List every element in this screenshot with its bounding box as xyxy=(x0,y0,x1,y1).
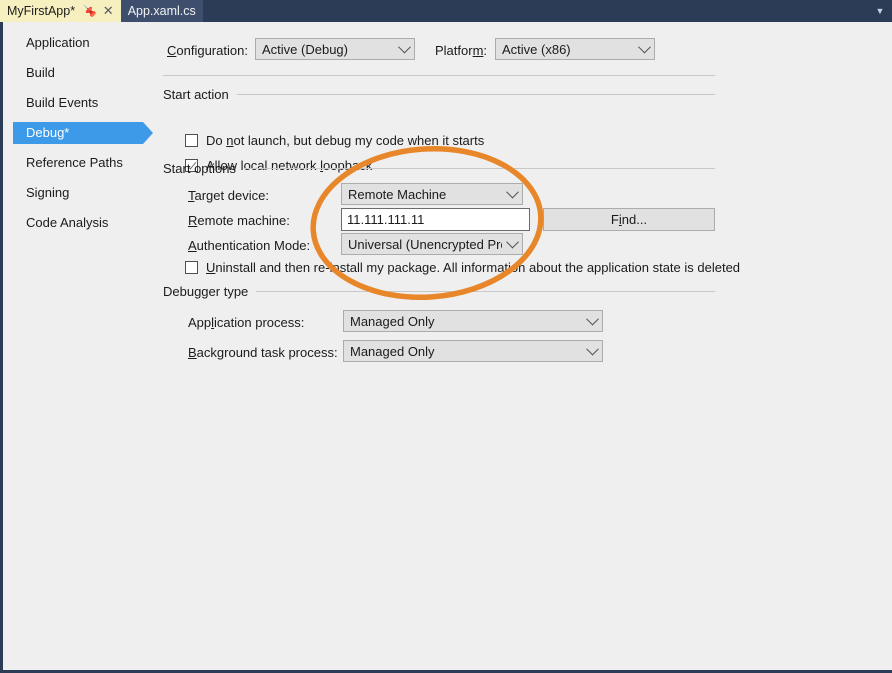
configuration-label: Configuration: xyxy=(167,43,248,58)
configuration-value: Active (Debug) xyxy=(256,42,394,57)
remote-machine-value: 11.111.111.11 xyxy=(347,212,424,227)
find-button[interactable]: Find... xyxy=(543,208,715,231)
sidebar-item-build[interactable]: Build xyxy=(3,60,155,85)
application-process-value: Managed Only xyxy=(344,314,582,329)
sidebar-item-label: Signing xyxy=(3,185,69,200)
sidebar-item-debug[interactable]: Debug* xyxy=(3,120,155,145)
sidebar-item-signing[interactable]: Signing xyxy=(3,180,155,205)
sidebar-item-label: Build xyxy=(3,65,55,80)
find-button-label: Find... xyxy=(611,212,647,227)
group-rule xyxy=(256,291,715,292)
sidebar-item-label: Reference Paths xyxy=(3,155,123,170)
properties-category-sidebar: Application Build Build Events Debug* Re… xyxy=(3,22,155,670)
chevron-down-icon xyxy=(582,316,602,327)
checkbox-label: Uninstall and then re-install my package… xyxy=(206,260,740,275)
sidebar-item-reference-paths[interactable]: Reference Paths xyxy=(3,150,155,175)
debugger-type-group-label: Debugger type xyxy=(163,284,248,299)
remote-machine-input[interactable]: 11.111.111.11 xyxy=(341,208,530,231)
platform-value: Active (x86) xyxy=(496,42,634,57)
document-tab-label: App.xaml.cs xyxy=(128,0,196,22)
sidebar-item-label: Code Analysis xyxy=(3,215,108,230)
tab-strip-filler xyxy=(203,0,868,22)
group-rule xyxy=(244,168,715,169)
target-device-label: Target device: xyxy=(188,188,269,203)
chevron-down-icon xyxy=(394,44,414,55)
group-rule xyxy=(237,94,715,95)
close-icon[interactable]: ✕ xyxy=(103,0,114,22)
application-process-dropdown[interactable]: Managed Only xyxy=(343,310,603,332)
platform-label: Platform: xyxy=(435,43,487,58)
document-tab-appxamlcs[interactable]: App.xaml.cs xyxy=(121,0,203,22)
target-device-dropdown[interactable]: Remote Machine xyxy=(341,183,523,205)
document-tab-label: MyFirstApp* xyxy=(7,0,75,22)
configuration-dropdown[interactable]: Active (Debug) xyxy=(255,38,415,60)
background-task-value: Managed Only xyxy=(344,344,582,359)
sidebar-item-label: Application xyxy=(3,35,90,50)
chevron-down-icon xyxy=(502,189,522,200)
sidebar-item-label: Build Events xyxy=(3,95,98,110)
background-task-dropdown[interactable]: Managed Only xyxy=(343,340,603,362)
properties-designer-frame: Application Build Build Events Debug* Re… xyxy=(0,22,892,673)
document-tab-strip: MyFirstApp* 📌 ✕ App.xaml.cs ▼ xyxy=(0,0,892,22)
background-task-label: Background task process: xyxy=(188,345,338,360)
sidebar-item-application[interactable]: Application xyxy=(3,30,155,55)
properties-content-pane: Configuration: Active (Debug) Platform: … xyxy=(155,22,892,670)
remote-machine-label: Remote machine: xyxy=(188,213,290,228)
chevron-down-icon[interactable]: ▼ xyxy=(868,0,892,22)
start-action-group-label: Start action xyxy=(163,87,229,102)
authentication-mode-value: Universal (Unencrypted Protoc xyxy=(342,237,502,252)
checkbox-do-not-launch[interactable]: Do not launch, but debug my code when it… xyxy=(185,133,484,148)
visual-studio-project-properties-window: MyFirstApp* 📌 ✕ App.xaml.cs ▼ Applicatio… xyxy=(0,0,892,673)
start-action-group-header: Start action xyxy=(163,87,715,102)
header-divider xyxy=(163,75,715,76)
chevron-down-icon xyxy=(582,346,602,357)
checkbox-box[interactable] xyxy=(185,134,198,147)
sidebar-item-label: Debug* xyxy=(3,125,69,140)
authentication-mode-label: Authentication Mode: xyxy=(188,238,310,253)
platform-dropdown[interactable]: Active (x86) xyxy=(495,38,655,60)
chevron-down-icon xyxy=(634,44,654,55)
start-options-group-label: Start options xyxy=(163,161,236,176)
debugger-type-group-header: Debugger type xyxy=(163,284,715,299)
chevron-down-icon xyxy=(502,239,522,250)
checkbox-label: Do not launch, but debug my code when it… xyxy=(206,133,484,148)
sidebar-item-code-analysis[interactable]: Code Analysis xyxy=(3,210,155,235)
pin-icon[interactable]: 📌 xyxy=(78,4,100,18)
start-options-group-header: Start options xyxy=(163,161,715,176)
checkbox-box[interactable] xyxy=(185,261,198,274)
document-tab-myfirstapp[interactable]: MyFirstApp* 📌 ✕ xyxy=(0,0,121,22)
application-process-label: Application process: xyxy=(188,315,304,330)
authentication-mode-dropdown[interactable]: Universal (Unencrypted Protoc xyxy=(341,233,523,255)
sidebar-item-build-events[interactable]: Build Events xyxy=(3,90,155,115)
target-device-value: Remote Machine xyxy=(342,187,502,202)
checkbox-uninstall-reinstall[interactable]: Uninstall and then re-install my package… xyxy=(185,260,740,275)
sidebar-selection-arrow-icon xyxy=(143,122,153,144)
